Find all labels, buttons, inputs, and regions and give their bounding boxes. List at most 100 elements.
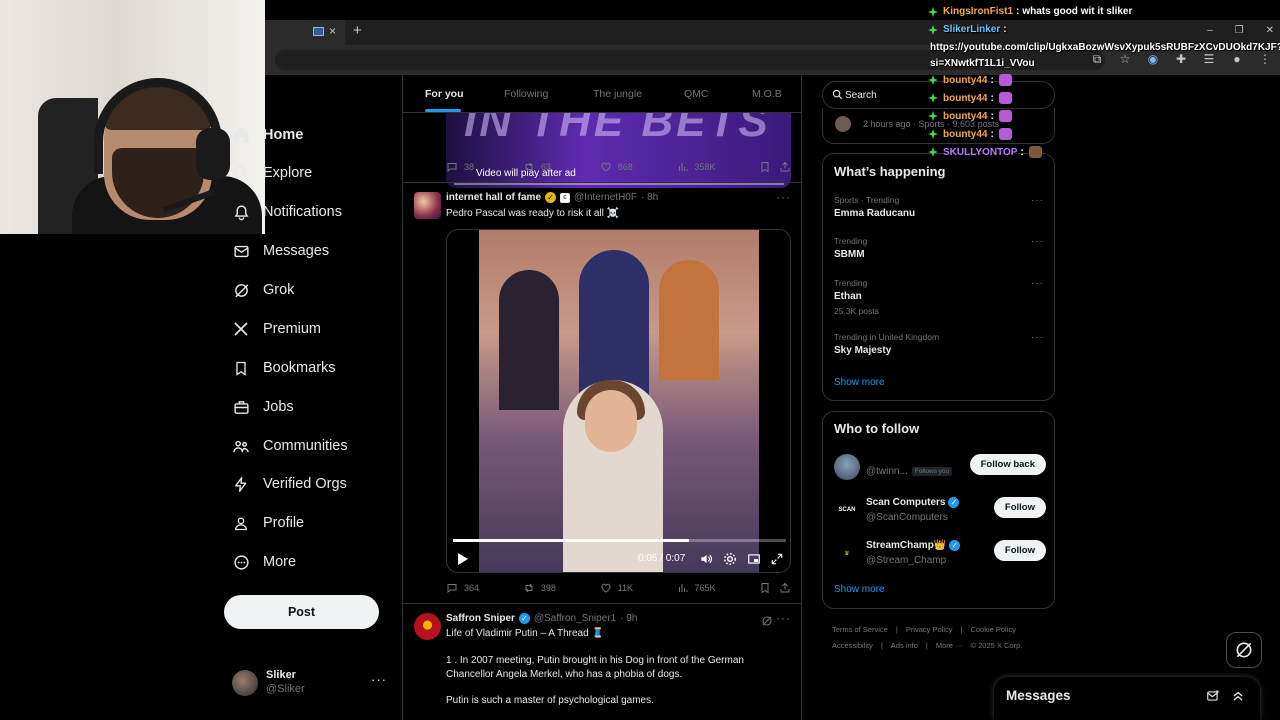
bookmark-button[interactable] [759, 582, 779, 594]
extensions-icon[interactable]: ✚ [1174, 52, 1188, 67]
browser-menu-icon[interactable]: ⋮ [1258, 52, 1272, 67]
sidebar-item-verified-orgs[interactable]: Verified Orgs [222, 464, 347, 504]
tab-the-jungle[interactable]: The jungle [593, 88, 642, 100]
new-message-icon[interactable] [1206, 689, 1220, 703]
video-scrubber[interactable] [453, 539, 786, 542]
window-close-button[interactable]: ✕ [1266, 25, 1274, 36]
tab-following[interactable]: Following [504, 88, 548, 100]
tweet-video[interactable]: IN THE BETS Video will play after ad [446, 113, 791, 188]
play-icon[interactable] [457, 552, 469, 566]
chat-username[interactable]: bounty44 [943, 129, 987, 140]
views-button[interactable]: 358K [677, 161, 760, 173]
tweet-timestamp[interactable]: · 8h [641, 192, 658, 203]
tweet-author-handle[interactable]: @Saffron_Sniper1 [534, 613, 616, 624]
tab-close-icon[interactable]: × [329, 24, 336, 38]
sidebar-item-bookmarks[interactable]: Bookmarks [222, 348, 336, 388]
repost-button[interactable]: 63 [523, 161, 600, 173]
sidebar-item-grok[interactable]: Grok [222, 270, 294, 310]
reply-button[interactable]: 364 [446, 582, 523, 594]
volume-icon[interactable] [699, 552, 713, 566]
trend-more-icon[interactable]: ··· [1031, 278, 1044, 289]
tab-for-you[interactable]: For you [425, 88, 464, 100]
install-app-icon[interactable]: ⧉ [1090, 52, 1104, 67]
tweet-video[interactable]: 0:05 / 0:07 [446, 229, 791, 573]
messages-drawer[interactable]: Messages [994, 677, 1260, 720]
bookmark-button[interactable] [759, 161, 779, 173]
chat-username[interactable]: bounty44 [943, 93, 987, 104]
sidebar-item-jobs[interactable]: Jobs [222, 387, 294, 427]
follow-button[interactable]: Follow [993, 540, 1046, 561]
chat-username[interactable]: SlikerLinker [943, 24, 1000, 35]
minimize-button[interactable]: – [1207, 25, 1213, 36]
show-more-link[interactable]: Show more [834, 377, 885, 388]
chat-badge-icon [928, 24, 938, 35]
reply-button[interactable]: 38 [446, 161, 523, 173]
sidebar-item-explore[interactable]: Explore [222, 153, 312, 193]
profile-icon[interactable]: ● [1230, 52, 1244, 67]
footer-link-privacy[interactable]: Privacy Policy [906, 625, 953, 634]
footer-link-cookie[interactable]: Cookie Policy [970, 625, 1015, 634]
settings-gear-icon[interactable] [723, 552, 737, 566]
chat-username[interactable]: bounty44 [943, 75, 987, 86]
chat-username[interactable]: bounty44 [943, 111, 987, 122]
tweet-more-icon[interactable]: ··· [776, 611, 791, 625]
footer-link-ads[interactable]: Ads info [891, 641, 918, 650]
sidebar-item-premium[interactable]: Premium [222, 309, 321, 349]
tweet-more-icon[interactable]: ··· [776, 190, 791, 204]
sidebar-item-home[interactable]: Home [222, 115, 303, 155]
tweet-avatar[interactable] [414, 192, 441, 219]
trend-more-icon[interactable]: ··· [1031, 236, 1044, 247]
restore-button[interactable]: ❐ [1235, 25, 1244, 36]
views-button[interactable]: 765K [677, 582, 760, 594]
grok-explain-icon[interactable] [761, 615, 773, 627]
chat-username[interactable]: SKULLYONTOP [943, 147, 1017, 158]
tweet-author-name[interactable]: internet hall of fame [446, 192, 541, 203]
sidebar-item-communities[interactable]: Communities [222, 426, 348, 466]
post-button[interactable]: Post [224, 595, 379, 629]
follow-suggestion[interactable]: @twinn... Follows you Follow back [834, 452, 1046, 484]
account-switcher[interactable]: Sliker @Sliker ··· [228, 666, 393, 700]
footer-link-accessibility[interactable]: Accessibility [832, 641, 873, 650]
footer-link-more[interactable]: More ··· [936, 641, 963, 650]
chat-username[interactable]: KingsIronFist1 [943, 6, 1013, 17]
trend-item[interactable]: Trending Ethan 25.3K posts ··· [834, 278, 1044, 316]
share-button[interactable] [779, 582, 791, 594]
follow-suggestion[interactable]: ♛ StreamChamp👑 ✓ @Stream_Champ Follow [834, 538, 1046, 570]
trend-more-icon[interactable]: ··· [1031, 332, 1044, 343]
sidebar-item-profile[interactable]: Profile [222, 503, 304, 543]
tweet-author-name[interactable]: Saffron Sniper [446, 613, 515, 624]
tab-qmc[interactable]: QMC [684, 88, 709, 100]
chat-link[interactable]: https://youtube.com/clip/UgkxaBozwWsvXyp… [930, 42, 1280, 53]
like-button[interactable]: 11K [600, 582, 677, 594]
tweet-timestamp[interactable]: · 9h [620, 613, 637, 624]
repost-button[interactable]: 398 [523, 582, 600, 594]
sidebar-item-messages[interactable]: Messages [222, 231, 329, 271]
trend-item[interactable]: Trending SBMM ··· [834, 236, 1044, 260]
picture-in-picture-icon[interactable] [747, 552, 761, 566]
new-tab-button[interactable]: + [353, 22, 362, 39]
chevron-up-icon[interactable] [1231, 689, 1245, 703]
trend-item[interactable]: Sports · Trending Emma Raducanu ··· [834, 195, 1044, 219]
account-more-icon[interactable]: ··· [371, 672, 387, 687]
sidebar-item-notifications[interactable]: Notifications [222, 192, 342, 232]
bookmark-star-icon[interactable]: ☆ [1118, 52, 1132, 67]
reading-list-icon[interactable]: ☰ [1202, 52, 1216, 67]
tweet-avatar[interactable] [414, 613, 441, 640]
browser-tab[interactable]: × [265, 20, 345, 45]
trend-more-icon[interactable]: ··· [1031, 195, 1044, 206]
follow-suggestion[interactable]: SCAN Scan Computers ✓ @ScanComputers Foll… [834, 495, 1046, 527]
show-more-link[interactable]: Show more [834, 584, 885, 595]
footer-link-terms[interactable]: Terms of Service [832, 625, 888, 634]
like-button[interactable]: 868 [600, 161, 677, 173]
tab-mob[interactable]: M.O.B [752, 88, 782, 100]
trend-item[interactable]: Trending in United Kingdom Sky Majesty ·… [834, 332, 1044, 356]
grok-fab-button[interactable] [1226, 632, 1262, 668]
follow-button[interactable]: Follow [993, 497, 1046, 518]
share-button[interactable] [779, 161, 791, 173]
fullscreen-icon[interactable] [770, 552, 784, 566]
media-icon[interactable]: ◉ [1146, 52, 1160, 67]
tweet-author-handle[interactable]: @InternetH0F [574, 192, 637, 203]
sidebar-item-more[interactable]: More [222, 542, 296, 582]
follow-back-button[interactable]: Follow back [969, 454, 1046, 475]
chat-link[interactable]: si=XNwtkfT1L1i_VVou [930, 58, 1035, 69]
